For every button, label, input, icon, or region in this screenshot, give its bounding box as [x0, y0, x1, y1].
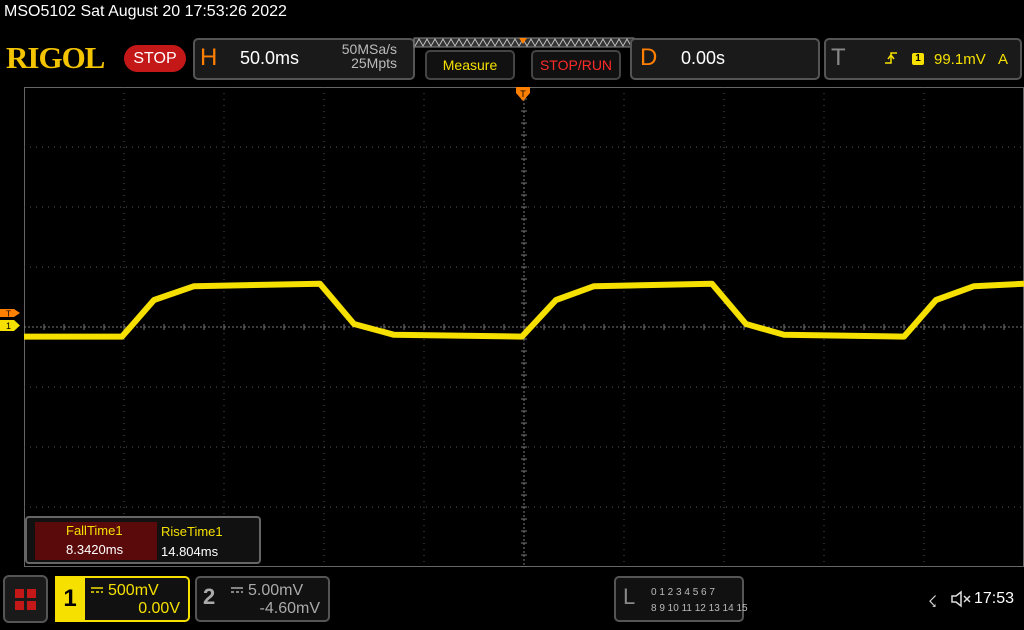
- delay-letter: D: [640, 44, 658, 71]
- dc-coupling-icon: [231, 587, 243, 593]
- main-menu-button[interactable]: [3, 575, 48, 623]
- rise-time-label: RiseTime1: [161, 524, 223, 539]
- rigol-logo: RIGOL: [6, 40, 105, 75]
- usb-icon: ☇: [928, 594, 938, 611]
- dc-coupling-icon: [91, 587, 103, 593]
- title-bar: MSO5102 Sat August 20 17:53:26 2022: [4, 3, 287, 20]
- trigger-level[interactable]: 99.1mV: [934, 51, 986, 68]
- trigger-source: 1: [912, 53, 924, 65]
- trigger-letter: T: [831, 44, 846, 71]
- memory-depth: 25Mpts: [351, 55, 397, 71]
- stop-run-button[interactable]: STOP/RUN: [531, 50, 621, 80]
- fall-time-label: FallTime1: [35, 522, 157, 540]
- time-base[interactable]: 50.0ms: [240, 48, 299, 69]
- channel-markers: T 1: [0, 309, 20, 331]
- channel2-offset: -4.60mV: [259, 600, 320, 617]
- waveform-display[interactable]: T: [24, 87, 1024, 567]
- trigger-position-marker: T: [516, 87, 530, 101]
- sample-rate: 50MSa/s: [341, 41, 397, 57]
- trigger-marker-label: T: [6, 310, 11, 319]
- memory-position-bar: [413, 37, 635, 48]
- menu-grid-icon: [15, 589, 36, 610]
- svg-text:T: T: [520, 89, 526, 99]
- channel1-number: 1: [55, 576, 85, 622]
- horizontal-letter: H: [200, 44, 218, 71]
- rise-time-value: 14.804ms: [161, 544, 219, 559]
- measure-button[interactable]: Measure: [425, 50, 515, 80]
- speaker-muted-icon[interactable]: [950, 590, 972, 608]
- channel1-offset: 0.00V: [138, 600, 180, 617]
- fall-time-value: 8.3420ms: [35, 540, 157, 560]
- channel2-scale: 5.00mV: [248, 582, 304, 599]
- la-channels-row1: 0 1 2 3 4 5 6 7: [651, 587, 715, 598]
- ch1-marker-label: 1: [6, 321, 11, 331]
- logic-analyzer-letter: L: [623, 584, 636, 609]
- sample-info: 50MSa/s 25Mpts: [333, 42, 397, 70]
- delay-value[interactable]: 0.00s: [681, 48, 725, 69]
- clock: 17:53: [974, 590, 1015, 607]
- trigger-mode: A: [998, 51, 1009, 68]
- run-state-badge[interactable]: STOP: [124, 45, 186, 72]
- graticule: [24, 87, 1024, 567]
- la-channels-row2: 8 9 10 11 12 13 14 15: [651, 603, 748, 614]
- stop-run-label: STOP/RUN: [539, 57, 613, 73]
- rising-edge-icon: [885, 52, 897, 64]
- channel1-scale: 500mV: [108, 582, 159, 599]
- channel2-number: 2: [203, 584, 216, 609]
- measure-label: Measure: [442, 57, 498, 73]
